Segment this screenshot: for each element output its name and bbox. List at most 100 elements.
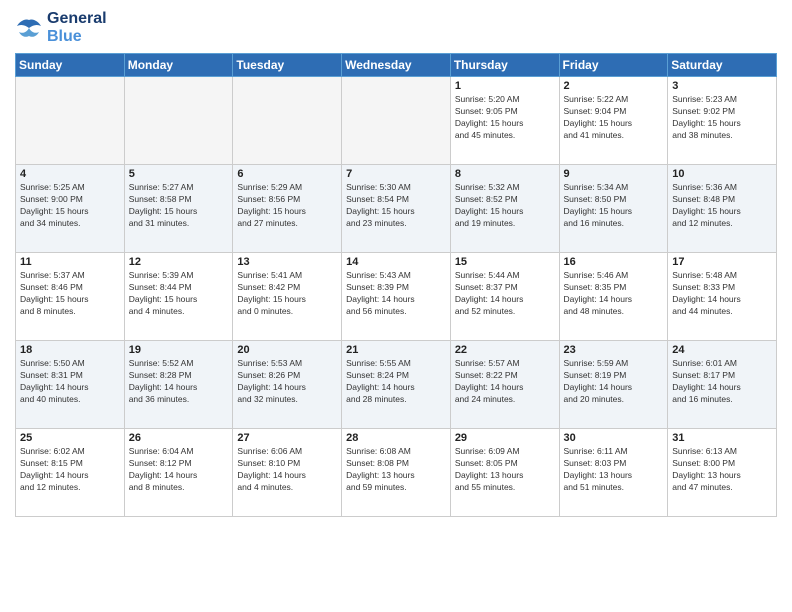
- day-number: 2: [564, 80, 664, 92]
- day-info: Sunrise: 6:09 AM Sunset: 8:05 PM Dayligh…: [455, 446, 555, 494]
- day-number: 16: [564, 256, 664, 268]
- day-info: Sunrise: 5:39 AM Sunset: 8:44 PM Dayligh…: [129, 270, 229, 318]
- calendar-cell: 31Sunrise: 6:13 AM Sunset: 8:00 PM Dayli…: [668, 429, 777, 517]
- day-info: Sunrise: 6:06 AM Sunset: 8:10 PM Dayligh…: [237, 446, 337, 494]
- calendar-week-5: 25 Sunrise: 6:02 AM Sunset: 8:15 PM Dayli…: [16, 429, 777, 517]
- day-number: 9: [564, 168, 664, 180]
- day-info: Sunrise: 6:01 AM Sunset: 8:17 PM Dayligh…: [672, 358, 772, 406]
- calendar-week-1: 1Sunrise: 5:20 AM Sunset: 9:05 PM Daylig…: [16, 77, 777, 165]
- weekday-header-wednesday: Wednesday: [342, 54, 451, 77]
- calendar-cell: 9 Sunrise: 5:34 AM Sunset: 8:50 PM Daylig…: [559, 165, 668, 253]
- day-info: Sunrise: 5:53 AM Sunset: 8:26 PM Dayligh…: [237, 358, 337, 406]
- calendar-cell: 2 Sunrise: 5:22 AM Sunset: 9:04 PM Daylig…: [559, 77, 668, 165]
- day-number: 23: [564, 344, 664, 356]
- day-info: Sunrise: 6:04 AM Sunset: 8:12 PM Dayligh…: [129, 446, 229, 494]
- day-info: Sunrise: 5:37 AM Sunset: 8:46 PM Dayligh…: [20, 270, 120, 318]
- day-number: 26: [129, 432, 229, 444]
- day-number: 7: [346, 168, 446, 180]
- calendar-cell: [233, 77, 342, 165]
- logo-icon: [15, 16, 43, 40]
- day-number: 31: [672, 432, 772, 444]
- day-info: Sunrise: 5:46 AM Sunset: 8:35 PM Dayligh…: [564, 270, 664, 318]
- calendar-cell: 10 Sunrise: 5:36 AM Sunset: 8:48 PM Dayli…: [668, 165, 777, 253]
- day-number: 18: [20, 344, 120, 356]
- day-info: Sunrise: 5:36 AM Sunset: 8:48 PM Dayligh…: [672, 182, 772, 230]
- calendar-cell: 3Sunrise: 5:23 AM Sunset: 9:02 PM Daylig…: [668, 77, 777, 165]
- day-number: 24: [672, 344, 772, 356]
- weekday-header-tuesday: Tuesday: [233, 54, 342, 77]
- calendar-cell: 26 Sunrise: 6:04 AM Sunset: 8:12 PM Dayli…: [124, 429, 233, 517]
- day-info: Sunrise: 5:20 AM Sunset: 9:05 PM Dayligh…: [455, 94, 555, 142]
- calendar-cell: 19 Sunrise: 5:52 AM Sunset: 8:28 PM Dayli…: [124, 341, 233, 429]
- day-info: Sunrise: 5:52 AM Sunset: 8:28 PM Dayligh…: [129, 358, 229, 406]
- day-number: 11: [20, 256, 120, 268]
- day-info: Sunrise: 6:02 AM Sunset: 8:15 PM Dayligh…: [20, 446, 120, 494]
- day-number: 4: [20, 168, 120, 180]
- calendar-cell: 16 Sunrise: 5:46 AM Sunset: 8:35 PM Dayli…: [559, 253, 668, 341]
- calendar-cell: 15 Sunrise: 5:44 AM Sunset: 8:37 PM Dayli…: [450, 253, 559, 341]
- day-number: 8: [455, 168, 555, 180]
- day-info: Sunrise: 5:43 AM Sunset: 8:39 PM Dayligh…: [346, 270, 446, 318]
- day-number: 25: [20, 432, 120, 444]
- day-info: Sunrise: 5:22 AM Sunset: 9:04 PM Dayligh…: [564, 94, 664, 142]
- calendar-cell: 18 Sunrise: 5:50 AM Sunset: 8:31 PM Dayli…: [16, 341, 125, 429]
- calendar-body: 1Sunrise: 5:20 AM Sunset: 9:05 PM Daylig…: [16, 77, 777, 517]
- day-number: 19: [129, 344, 229, 356]
- calendar-cell: 20 Sunrise: 5:53 AM Sunset: 8:26 PM Dayli…: [233, 341, 342, 429]
- calendar-cell: [16, 77, 125, 165]
- day-number: 5: [129, 168, 229, 180]
- day-info: Sunrise: 5:44 AM Sunset: 8:37 PM Dayligh…: [455, 270, 555, 318]
- calendar: SundayMondayTuesdayWednesdayThursdayFrid…: [15, 53, 777, 517]
- day-info: Sunrise: 5:25 AM Sunset: 9:00 PM Dayligh…: [20, 182, 120, 230]
- day-number: 27: [237, 432, 337, 444]
- day-info: Sunrise: 5:41 AM Sunset: 8:42 PM Dayligh…: [237, 270, 337, 318]
- header: General Blue: [15, 10, 777, 45]
- logo: General Blue: [15, 10, 107, 45]
- calendar-week-3: 11 Sunrise: 5:37 AM Sunset: 8:46 PM Dayli…: [16, 253, 777, 341]
- day-number: 29: [455, 432, 555, 444]
- day-number: 30: [564, 432, 664, 444]
- day-number: 13: [237, 256, 337, 268]
- calendar-cell: 17 Sunrise: 5:48 AM Sunset: 8:33 PM Dayli…: [668, 253, 777, 341]
- day-number: 17: [672, 256, 772, 268]
- day-number: 15: [455, 256, 555, 268]
- day-info: Sunrise: 6:11 AM Sunset: 8:03 PM Dayligh…: [564, 446, 664, 494]
- weekday-header-thursday: Thursday: [450, 54, 559, 77]
- calendar-cell: 24 Sunrise: 6:01 AM Sunset: 8:17 PM Dayli…: [668, 341, 777, 429]
- day-number: 14: [346, 256, 446, 268]
- day-info: Sunrise: 5:34 AM Sunset: 8:50 PM Dayligh…: [564, 182, 664, 230]
- day-number: 28: [346, 432, 446, 444]
- calendar-cell: 25 Sunrise: 6:02 AM Sunset: 8:15 PM Dayli…: [16, 429, 125, 517]
- logo-text: General Blue: [47, 10, 107, 45]
- day-number: 21: [346, 344, 446, 356]
- calendar-cell: 5 Sunrise: 5:27 AM Sunset: 8:58 PM Daylig…: [124, 165, 233, 253]
- day-number: 10: [672, 168, 772, 180]
- calendar-cell: 28Sunrise: 6:08 AM Sunset: 8:08 PM Dayli…: [342, 429, 451, 517]
- day-number: 22: [455, 344, 555, 356]
- calendar-week-4: 18 Sunrise: 5:50 AM Sunset: 8:31 PM Dayli…: [16, 341, 777, 429]
- day-info: Sunrise: 5:27 AM Sunset: 8:58 PM Dayligh…: [129, 182, 229, 230]
- day-info: Sunrise: 5:59 AM Sunset: 8:19 PM Dayligh…: [564, 358, 664, 406]
- weekday-header-row: SundayMondayTuesdayWednesdayThursdayFrid…: [16, 54, 777, 77]
- calendar-cell: [342, 77, 451, 165]
- calendar-cell: 7Sunrise: 5:30 AM Sunset: 8:54 PM Daylig…: [342, 165, 451, 253]
- day-info: Sunrise: 5:50 AM Sunset: 8:31 PM Dayligh…: [20, 358, 120, 406]
- calendar-cell: 30 Sunrise: 6:11 AM Sunset: 8:03 PM Dayli…: [559, 429, 668, 517]
- calendar-cell: 22Sunrise: 5:57 AM Sunset: 8:22 PM Dayli…: [450, 341, 559, 429]
- calendar-cell: 23 Sunrise: 5:59 AM Sunset: 8:19 PM Dayli…: [559, 341, 668, 429]
- calendar-cell: 4 Sunrise: 5:25 AM Sunset: 9:00 PM Daylig…: [16, 165, 125, 253]
- day-number: 12: [129, 256, 229, 268]
- calendar-cell: 8 Sunrise: 5:32 AM Sunset: 8:52 PM Daylig…: [450, 165, 559, 253]
- day-number: 20: [237, 344, 337, 356]
- day-info: Sunrise: 5:48 AM Sunset: 8:33 PM Dayligh…: [672, 270, 772, 318]
- day-info: Sunrise: 5:55 AM Sunset: 8:24 PM Dayligh…: [346, 358, 446, 406]
- day-info: Sunrise: 5:23 AM Sunset: 9:02 PM Dayligh…: [672, 94, 772, 142]
- weekday-header-monday: Monday: [124, 54, 233, 77]
- calendar-cell: 29 Sunrise: 6:09 AM Sunset: 8:05 PM Dayli…: [450, 429, 559, 517]
- calendar-cell: 14 Sunrise: 5:43 AM Sunset: 8:39 PM Dayli…: [342, 253, 451, 341]
- day-info: Sunrise: 5:32 AM Sunset: 8:52 PM Dayligh…: [455, 182, 555, 230]
- weekday-header-saturday: Saturday: [668, 54, 777, 77]
- weekday-header-friday: Friday: [559, 54, 668, 77]
- day-info: Sunrise: 5:29 AM Sunset: 8:56 PM Dayligh…: [237, 182, 337, 230]
- page: General Blue SundayMondayTuesdayWednesda…: [0, 0, 792, 612]
